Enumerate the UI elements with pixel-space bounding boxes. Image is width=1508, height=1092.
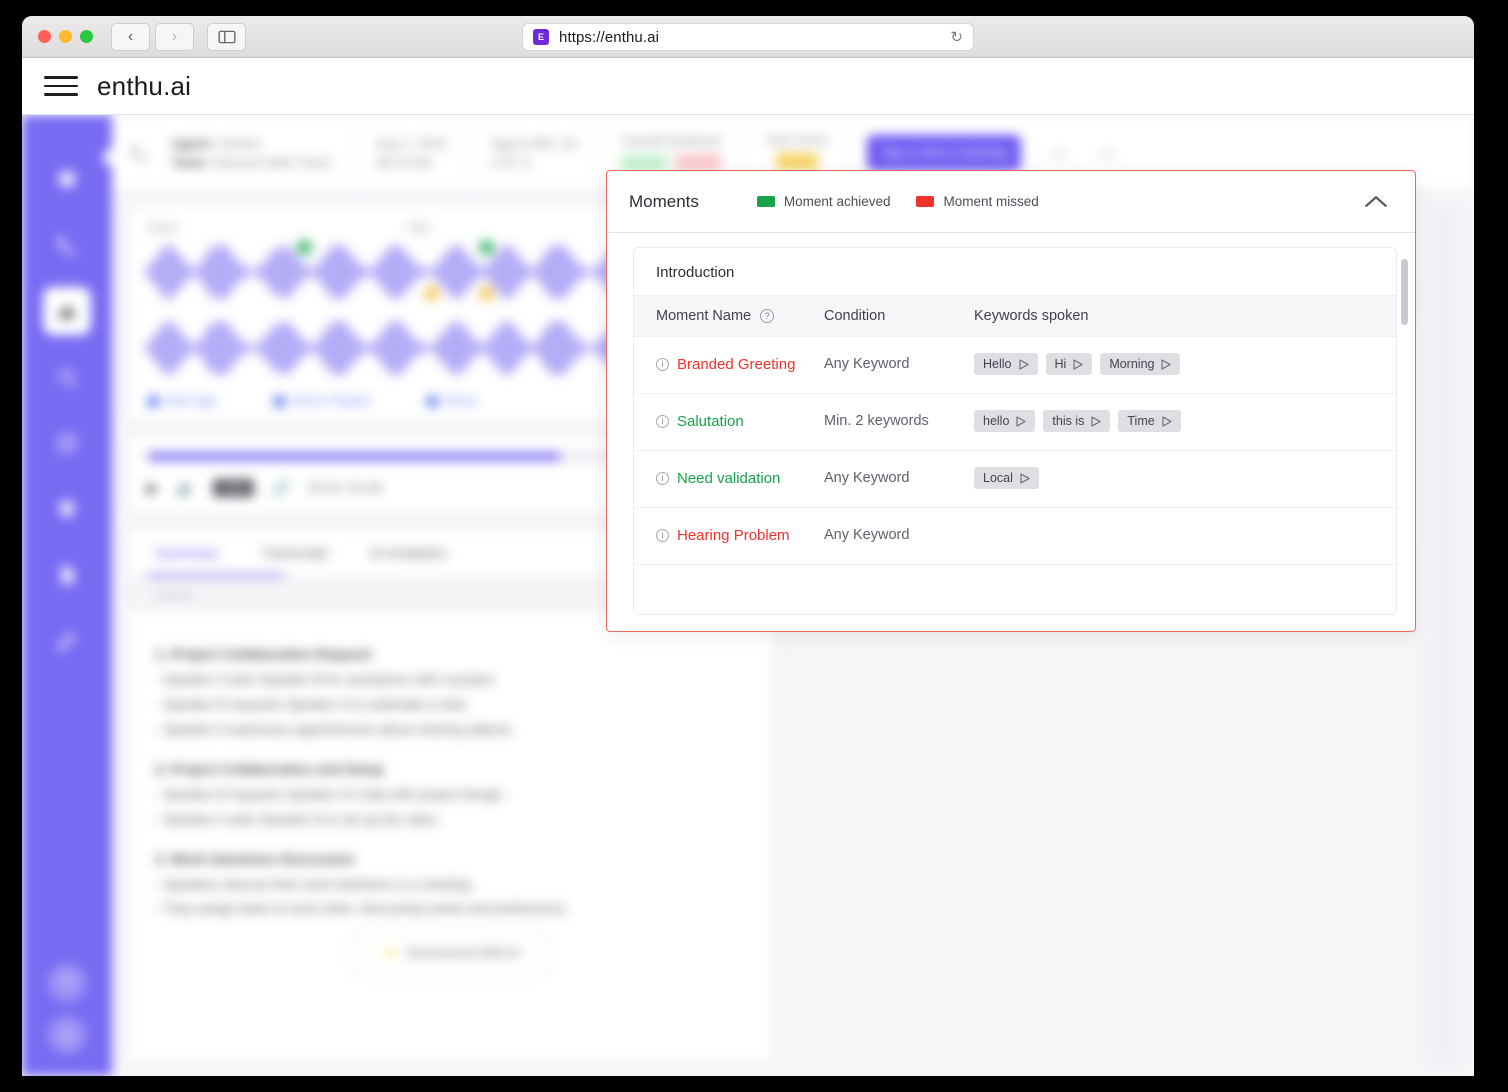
keyword-chip[interactable]: this is	[1043, 410, 1111, 432]
url-text: https://enthu.ai	[559, 28, 660, 46]
reload-icon[interactable]: ↻	[950, 28, 963, 46]
play-triangle-icon	[1016, 415, 1026, 427]
brand-title: enthu.ai	[97, 70, 192, 101]
play-triangle-icon	[1018, 358, 1029, 370]
play-triangle-icon	[1020, 472, 1030, 484]
legend-achieved: Moment achieved	[756, 194, 890, 209]
chevron-up-icon[interactable]	[1363, 194, 1389, 209]
keyword-chip[interactable]: Hi	[1045, 353, 1093, 375]
screen: ‹ › E https://enthu.ai ↻ enthu.ai ? ☺ Ag…	[0, 0, 1508, 1092]
moment-condition: Any Keyword	[824, 470, 910, 486]
moments-title: Moments	[629, 191, 699, 211]
moment-keywords: hello this is Time	[974, 410, 1374, 432]
moment-name[interactable]: i Hearing Problem	[656, 524, 790, 548]
table-row: i Branded Greeting Any Keyword Hello Hi …	[634, 337, 1396, 394]
column-header-keywords: Keywords spoken	[974, 308, 1089, 324]
play-triangle-icon	[1161, 358, 1172, 370]
window-controls	[38, 30, 93, 43]
column-header-name: Moment Name ?	[656, 308, 824, 324]
table-row: i Need validation Any Keyword Local	[634, 451, 1396, 508]
moments-section-title: Introduction	[656, 264, 735, 281]
keyword-chip[interactable]: Morning	[1100, 353, 1181, 375]
site-favicon: E	[533, 29, 549, 45]
moment-condition: Any Keyword	[824, 356, 910, 372]
keyword-chip[interactable]: Time	[1118, 410, 1181, 432]
play-triangle-icon	[1091, 415, 1101, 427]
moments-table: Introduction Moment Name ? Condition Key…	[633, 247, 1397, 615]
moment-name[interactable]: i Need validation	[656, 467, 780, 491]
info-icon[interactable]: i	[656, 415, 669, 428]
table-row: i Salutation Min. 2 keywords hello this …	[634, 394, 1396, 451]
question-icon[interactable]: ?	[760, 309, 775, 323]
browser-titlebar: ‹ › E https://enthu.ai ↻	[22, 16, 1474, 58]
moment-name[interactable]: i Branded Greeting	[656, 353, 795, 377]
info-icon[interactable]: i	[656, 472, 669, 485]
play-triangle-icon	[1162, 415, 1172, 427]
column-header-condition: Condition	[824, 308, 886, 324]
moments-modal: Moments Moment achieved Moment missed In…	[606, 170, 1416, 632]
moments-scrollbar-thumb[interactable]	[1401, 259, 1408, 325]
browser-window: ‹ › E https://enthu.ai ↻ enthu.ai ? ☺ Ag…	[22, 16, 1474, 1076]
moment-keywords: Hello Hi Morning	[974, 353, 1374, 375]
sidebar-toggle-icon[interactable]	[207, 22, 246, 51]
keyword-chip[interactable]: hello	[974, 410, 1036, 432]
moments-legend: Moment achieved Moment missed	[756, 194, 1039, 209]
close-window-button[interactable]	[38, 30, 51, 43]
minimize-window-button[interactable]	[59, 30, 72, 43]
legend-achieved-swatch	[756, 196, 775, 207]
keyword-chip[interactable]: Local	[974, 467, 1039, 489]
forward-button[interactable]: ›	[155, 22, 194, 51]
maximize-window-button[interactable]	[80, 30, 93, 43]
moments-modal-header: Moments Moment achieved Moment missed	[607, 171, 1415, 233]
back-button[interactable]: ‹	[111, 22, 150, 51]
table-row: i Hearing Problem Any Keyword	[634, 508, 1396, 565]
info-icon[interactable]: i	[656, 358, 669, 371]
navigation-buttons: ‹ ›	[111, 22, 194, 51]
moments-modal-body: Introduction Moment Name ? Condition Key…	[607, 233, 1415, 631]
address-bar[interactable]: E https://enthu.ai ↻	[522, 23, 974, 51]
moment-condition: Any Keyword	[824, 527, 910, 543]
keyword-chip[interactable]: Hello	[974, 353, 1038, 375]
legend-missed-swatch	[916, 196, 935, 207]
hamburger-menu-icon[interactable]	[44, 76, 78, 96]
legend-missed: Moment missed	[916, 194, 1039, 209]
play-triangle-icon	[1073, 358, 1083, 370]
moment-keywords: Local	[974, 467, 1374, 489]
moment-name[interactable]: i Salutation	[656, 410, 744, 434]
info-icon[interactable]: i	[656, 529, 669, 542]
moment-condition: Min. 2 keywords	[824, 413, 929, 429]
app-header: enthu.ai	[22, 58, 1474, 115]
moments-table-header: Moment Name ? Condition Keywords spoken	[634, 295, 1396, 337]
